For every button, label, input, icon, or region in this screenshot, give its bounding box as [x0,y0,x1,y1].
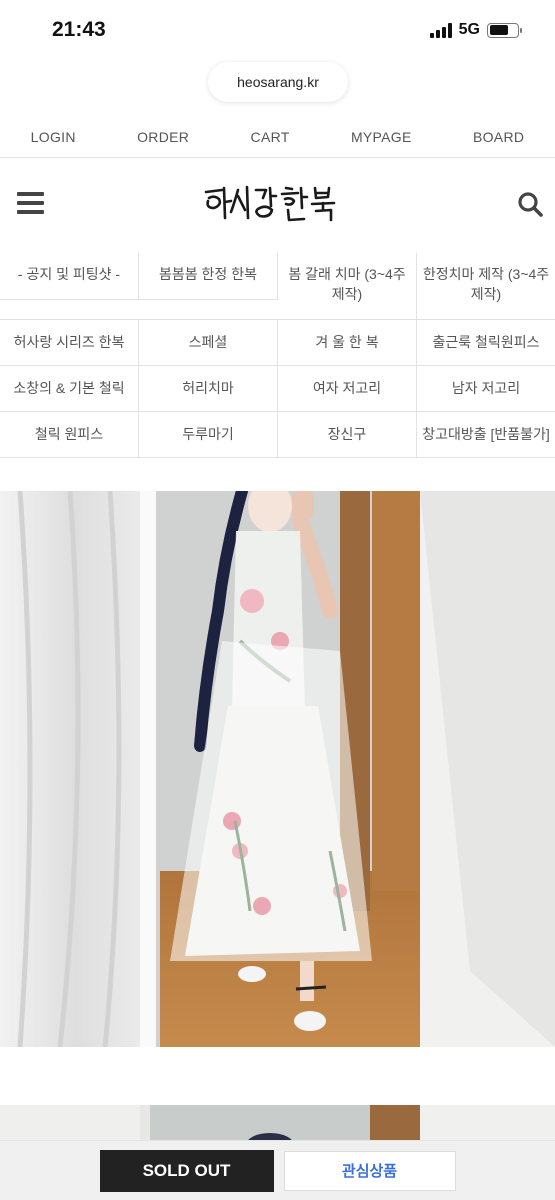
nav-order[interactable]: ORDER [137,129,189,145]
category-row: 철릭 원피스 두루마기 장신구 창고대방출 [반품불가] [0,412,555,458]
category-winter[interactable]: 겨 울 한 복 [278,320,417,365]
logo-calligraphy [204,185,336,222]
category-clearance[interactable]: 창고대방출 [반품불가] [417,412,555,457]
bottom-action-bar: SOLD OUT 관심상품 [0,1140,555,1200]
category-durumagi[interactable]: 두루마기 [139,412,278,457]
site-header [0,158,555,253]
category-row: 소창의 & 기본 철릭 허리치마 여자 저고리 남자 저고리 [0,366,555,412]
product-photo[interactable] [0,491,555,1047]
category-cheollik-dress[interactable]: 철릭 원피스 [0,412,139,457]
signal-icon [429,22,452,38]
nav-mypage[interactable]: MYPAGE [351,129,412,145]
menu-icon[interactable] [17,192,44,214]
category-limited-skirt[interactable]: 한정치마 제작 (3~4주 제작) [417,253,555,319]
battery-icon [487,22,522,38]
nav-login[interactable]: LOGIN [31,129,76,145]
category-men-jeogori[interactable]: 남자 저고리 [417,366,555,411]
top-nav: LOGIN ORDER CART MYPAGE BOARD [0,116,555,158]
wishlist-button[interactable]: 관심상품 [283,1150,456,1191]
status-bar: 21:43 5G [0,0,555,62]
url-bar[interactable]: heosarang.kr [208,62,348,102]
category-row: - 공지 및 피팅샷 - 봄봄봄 한정 한복 봄 갈래 치마 (3~4주 제작)… [0,253,555,320]
category-grid: - 공지 및 피팅샷 - 봄봄봄 한정 한복 봄 갈래 치마 (3~4주 제작)… [0,253,555,458]
category-row: 허사랑 시리즈 한복 스페셜 겨 울 한 복 출근룩 철릭원피스 [0,320,555,366]
product-photo-illustration [0,491,555,1047]
site-logo[interactable] [200,182,355,226]
category-office-dress[interactable]: 출근룩 철릭원피스 [417,320,555,365]
category-spring-limited[interactable]: 봄봄봄 한정 한복 [139,253,278,300]
category-spring-skirt[interactable]: 봄 갈래 치마 (3~4주 제작) [278,253,417,319]
sold-out-button[interactable]: SOLD OUT [99,1149,274,1192]
category-basic-cheollik[interactable]: 소창의 & 기본 철릭 [0,366,139,411]
network-type: 5G [458,21,480,38]
nav-board[interactable]: BOARD [473,129,524,145]
category-series[interactable]: 허사랑 시리즈 한복 [0,320,139,365]
category-waist-skirt[interactable]: 허리치마 [139,366,278,411]
search-icon[interactable] [517,191,543,217]
nav-cart[interactable]: CART [251,129,290,145]
status-indicators: 5G [429,21,522,39]
status-time: 21:43 [52,18,106,41]
category-women-jeogori[interactable]: 여자 저고리 [278,366,417,411]
category-accessories[interactable]: 장신구 [278,412,417,457]
category-special[interactable]: 스페셜 [139,320,278,365]
category-notice[interactable]: - 공지 및 피팅샷 - [0,253,139,300]
